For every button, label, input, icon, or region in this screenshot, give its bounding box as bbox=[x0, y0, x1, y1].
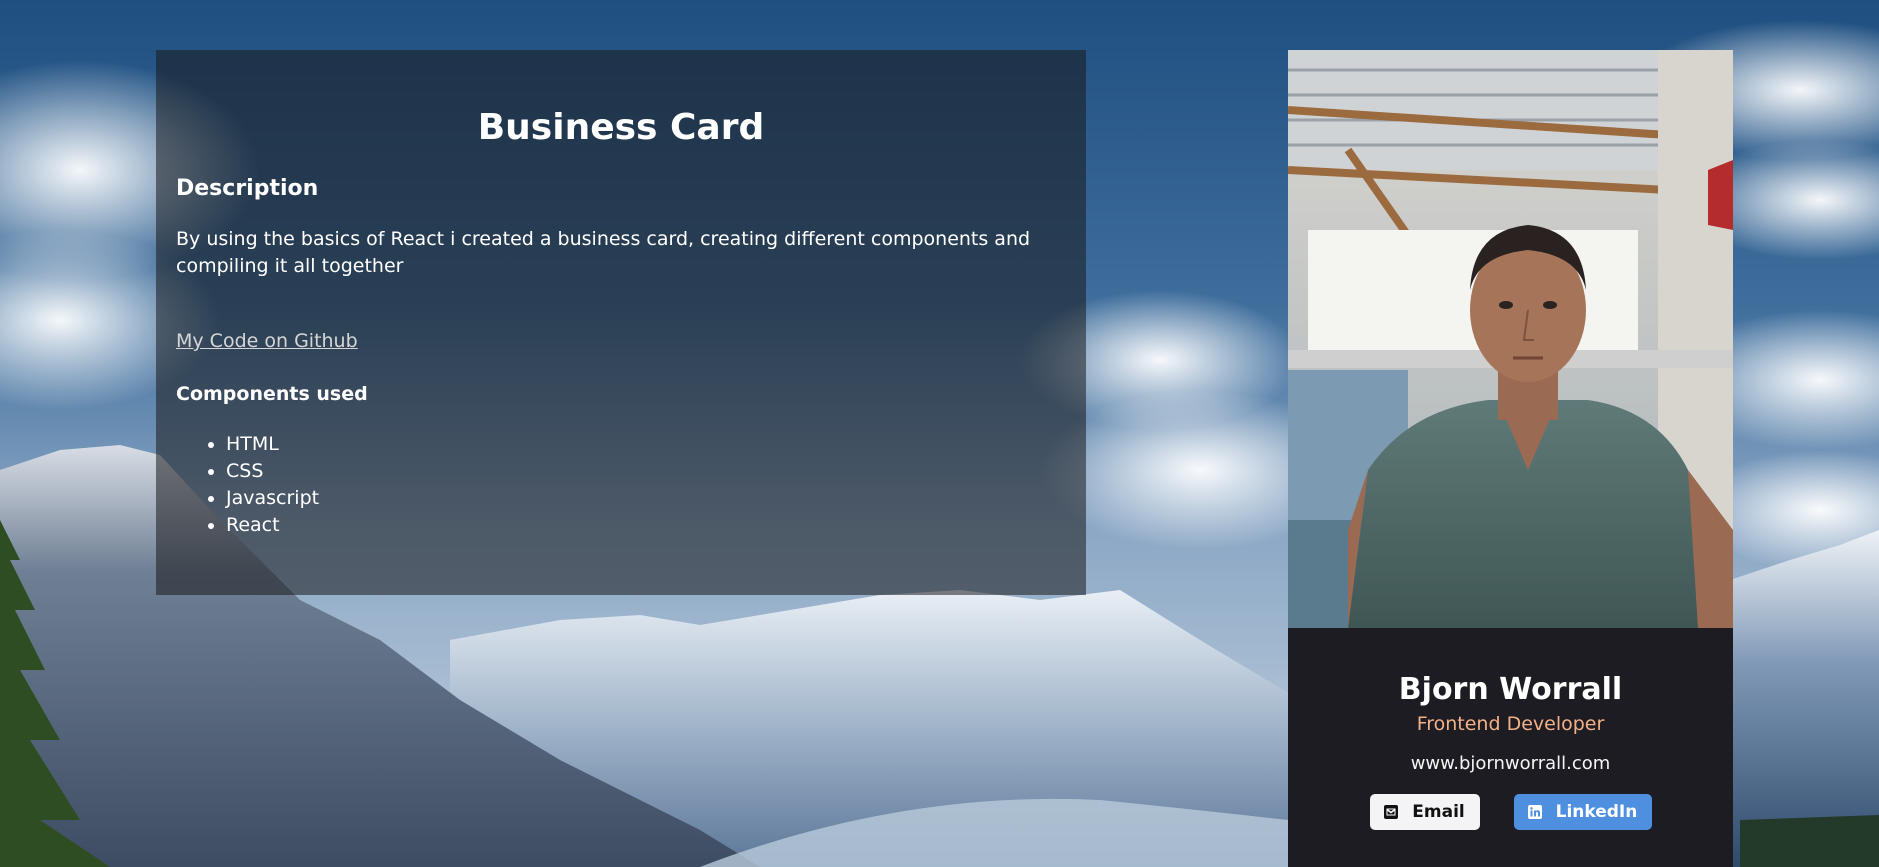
linkedin-icon bbox=[1527, 805, 1542, 819]
business-card: Bjorn Worrall Frontend Developer www.bjo… bbox=[1288, 50, 1733, 867]
list-item: CSS bbox=[226, 458, 1066, 485]
components-list: HTML CSS Javascript React bbox=[176, 431, 1066, 539]
card-details: Bjorn Worrall Frontend Developer www.bjo… bbox=[1288, 672, 1733, 830]
linkedin-button[interactable]: LinkedIn bbox=[1513, 794, 1652, 830]
envelope-icon bbox=[1384, 805, 1399, 819]
website-text: www.bjornworrall.com bbox=[1410, 753, 1611, 774]
email-button[interactable]: Email bbox=[1369, 794, 1480, 830]
description-heading: Description bbox=[176, 176, 319, 201]
list-item: React bbox=[226, 512, 1066, 539]
email-button-label: Email bbox=[1412, 802, 1465, 822]
profile-photo bbox=[1288, 50, 1733, 628]
list-item: Javascript bbox=[226, 485, 1066, 512]
page-title: Business Card bbox=[477, 107, 765, 148]
profile-photo-image bbox=[1288, 50, 1733, 628]
list-item: HTML bbox=[226, 431, 1066, 458]
description-text: By using the basics of React i created a… bbox=[176, 228, 1031, 277]
linkedin-button-label: LinkedIn bbox=[1555, 802, 1638, 822]
project-info-panel: Business Card Description By using the b… bbox=[156, 50, 1086, 595]
contact-buttons: Email LinkedIn bbox=[1288, 794, 1733, 830]
job-title: Frontend Developer bbox=[1416, 713, 1605, 735]
person-name: Bjorn Worrall bbox=[1398, 672, 1623, 707]
github-link[interactable]: My Code on Github bbox=[176, 328, 358, 355]
components-heading: Components used bbox=[176, 383, 368, 405]
